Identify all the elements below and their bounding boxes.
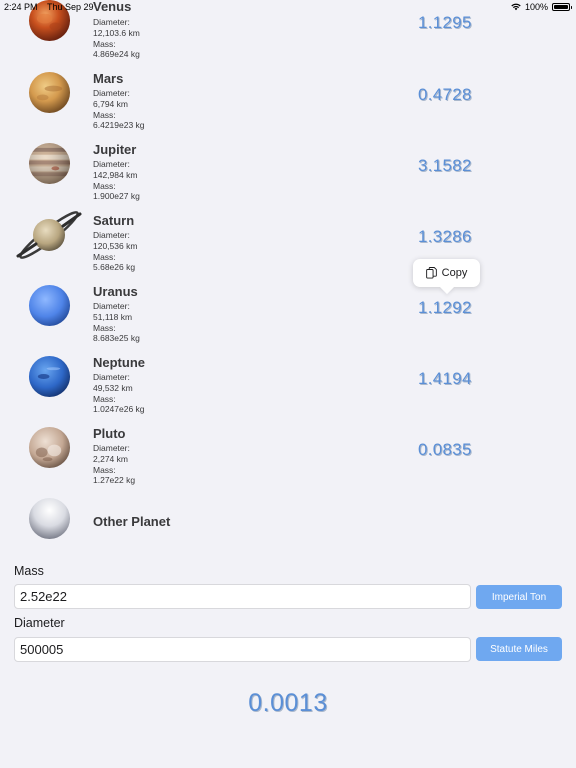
copy-popup[interactable]: Copy bbox=[413, 259, 480, 287]
mars-icon bbox=[28, 71, 71, 114]
diameter-unit-button[interactable]: Statute Miles bbox=[476, 637, 562, 661]
diameter-value: 51,118 km bbox=[93, 311, 133, 322]
planet-value[interactable]: 1.3286 bbox=[418, 227, 472, 247]
planet-value[interactable]: 1.1295 bbox=[418, 13, 472, 33]
diameter-value: 12,103.6 km bbox=[93, 27, 140, 38]
mass-unit-button[interactable]: Imperial Ton bbox=[476, 585, 562, 609]
diameter-value: 6,794 km bbox=[93, 98, 128, 109]
planet-value[interactable]: 0.4728 bbox=[418, 85, 472, 105]
mass-value: 1.0247e26 kg bbox=[93, 404, 145, 415]
planet-row-saturn[interactable]: Saturn Diameter: 120,536 km Mass: 5.68e2… bbox=[0, 211, 576, 284]
wifi-icon bbox=[511, 3, 521, 11]
diameter-label: Diameter: bbox=[93, 443, 130, 453]
planet-row-uranus[interactable]: Uranus Diameter: 51,118 km Mass: 8.683e2… bbox=[0, 284, 576, 355]
planet-details: Diameter: 2,274 km Mass: 1.27e22 kg bbox=[93, 443, 135, 486]
planet-name: Uranus bbox=[93, 284, 138, 299]
planet-name: Mars bbox=[93, 71, 124, 86]
planet-details: Diameter: 12,103.6 km Mass: 4.869e24 kg bbox=[93, 17, 140, 60]
planet-name: Saturn bbox=[93, 213, 135, 228]
planet-value[interactable]: 0.0835 bbox=[418, 440, 472, 460]
diameter-value: 142,984 km bbox=[93, 169, 138, 180]
mass-label: Mass: bbox=[93, 180, 116, 191]
diameter-value: 120,536 km bbox=[93, 240, 138, 251]
jupiter-icon bbox=[28, 142, 71, 185]
mass-value: 4.869e24 kg bbox=[93, 49, 140, 60]
planet-row-mars[interactable]: Mars Diameter: 6,794 km Mass: 6.4219e23 … bbox=[0, 71, 576, 142]
mass-value: 5.68e26 kg bbox=[93, 262, 136, 273]
diameter-label: Diameter bbox=[14, 616, 65, 630]
planet-name: Neptune bbox=[93, 355, 145, 370]
planet-row-other[interactable]: Other Planet bbox=[0, 497, 576, 568]
diameter-label: Diameter: bbox=[93, 301, 130, 311]
planet-name: Pluto bbox=[93, 426, 126, 441]
planet-details: Diameter: 6,794 km Mass: 6.4219e23 kg bbox=[93, 88, 145, 131]
pluto-icon bbox=[28, 426, 71, 469]
diameter-label: Diameter: bbox=[93, 159, 130, 169]
planet-row-jupiter[interactable]: Jupiter Diameter: 142,984 km Mass: 1.900… bbox=[0, 142, 576, 213]
planet-row-neptune[interactable]: Neptune Diameter: 49,532 km Mass: 1.0247… bbox=[0, 355, 576, 426]
status-time: 2:24 PM bbox=[4, 2, 38, 12]
status-right: 100% bbox=[511, 2, 572, 12]
mass-label: Mass bbox=[14, 564, 44, 578]
battery-icon bbox=[552, 3, 572, 11]
status-date: Thu Sep 29 bbox=[47, 2, 94, 12]
planet-value[interactable]: 3.1582 bbox=[418, 156, 472, 176]
mass-value: 8.683e25 kg bbox=[93, 333, 140, 344]
planet-value[interactable]: 1.4194 bbox=[418, 369, 472, 389]
mass-label: Mass: bbox=[93, 109, 116, 120]
diameter-label: Diameter: bbox=[93, 17, 130, 27]
planet-value[interactable]: 1.1292 bbox=[418, 298, 472, 318]
copy-label: Copy bbox=[441, 267, 468, 279]
uranus-icon bbox=[28, 284, 71, 327]
diameter-label: Diameter: bbox=[93, 372, 130, 382]
diameter-label: Diameter: bbox=[93, 230, 130, 240]
mass-input[interactable] bbox=[14, 584, 471, 609]
diameter-value: 2,274 km bbox=[93, 453, 128, 464]
mass-label: Mass: bbox=[93, 464, 116, 475]
copy-icon bbox=[425, 267, 437, 279]
saturn-icon bbox=[16, 211, 82, 259]
mass-label: Mass: bbox=[93, 322, 116, 333]
other-planet-icon bbox=[28, 497, 71, 540]
mass-value: 6.4219e23 kg bbox=[93, 120, 145, 131]
planet-details: Diameter: 142,984 km Mass: 1.900e27 kg bbox=[93, 159, 140, 202]
planet-row-pluto[interactable]: Pluto Diameter: 2,274 km Mass: 1.27e22 k… bbox=[0, 426, 576, 497]
planet-name: Jupiter bbox=[93, 142, 137, 157]
mass-label: Mass: bbox=[93, 393, 116, 404]
planet-details: Diameter: 120,536 km Mass: 5.68e26 kg bbox=[93, 230, 137, 273]
status-bar: 2:24 PM Thu Sep 29 100% bbox=[0, 0, 576, 14]
diameter-value: 49,532 km bbox=[93, 382, 133, 393]
result-value: 0.0013 bbox=[248, 689, 328, 717]
diameter-label: Diameter: bbox=[93, 88, 130, 98]
mass-label: Mass: bbox=[93, 38, 116, 49]
planet-details: Diameter: 51,118 km Mass: 8.683e25 kg bbox=[93, 301, 140, 344]
diameter-input[interactable] bbox=[14, 637, 471, 662]
mass-label: Mass: bbox=[93, 251, 116, 262]
planet-details: Diameter: 49,532 km Mass: 1.0247e26 kg bbox=[93, 372, 145, 415]
planet-name: Other Planet bbox=[93, 514, 171, 529]
battery-percent: 100% bbox=[524, 2, 548, 12]
neptune-icon bbox=[28, 355, 71, 398]
mass-value: 1.27e22 kg bbox=[93, 475, 136, 486]
mass-value: 1.900e27 kg bbox=[93, 191, 140, 202]
